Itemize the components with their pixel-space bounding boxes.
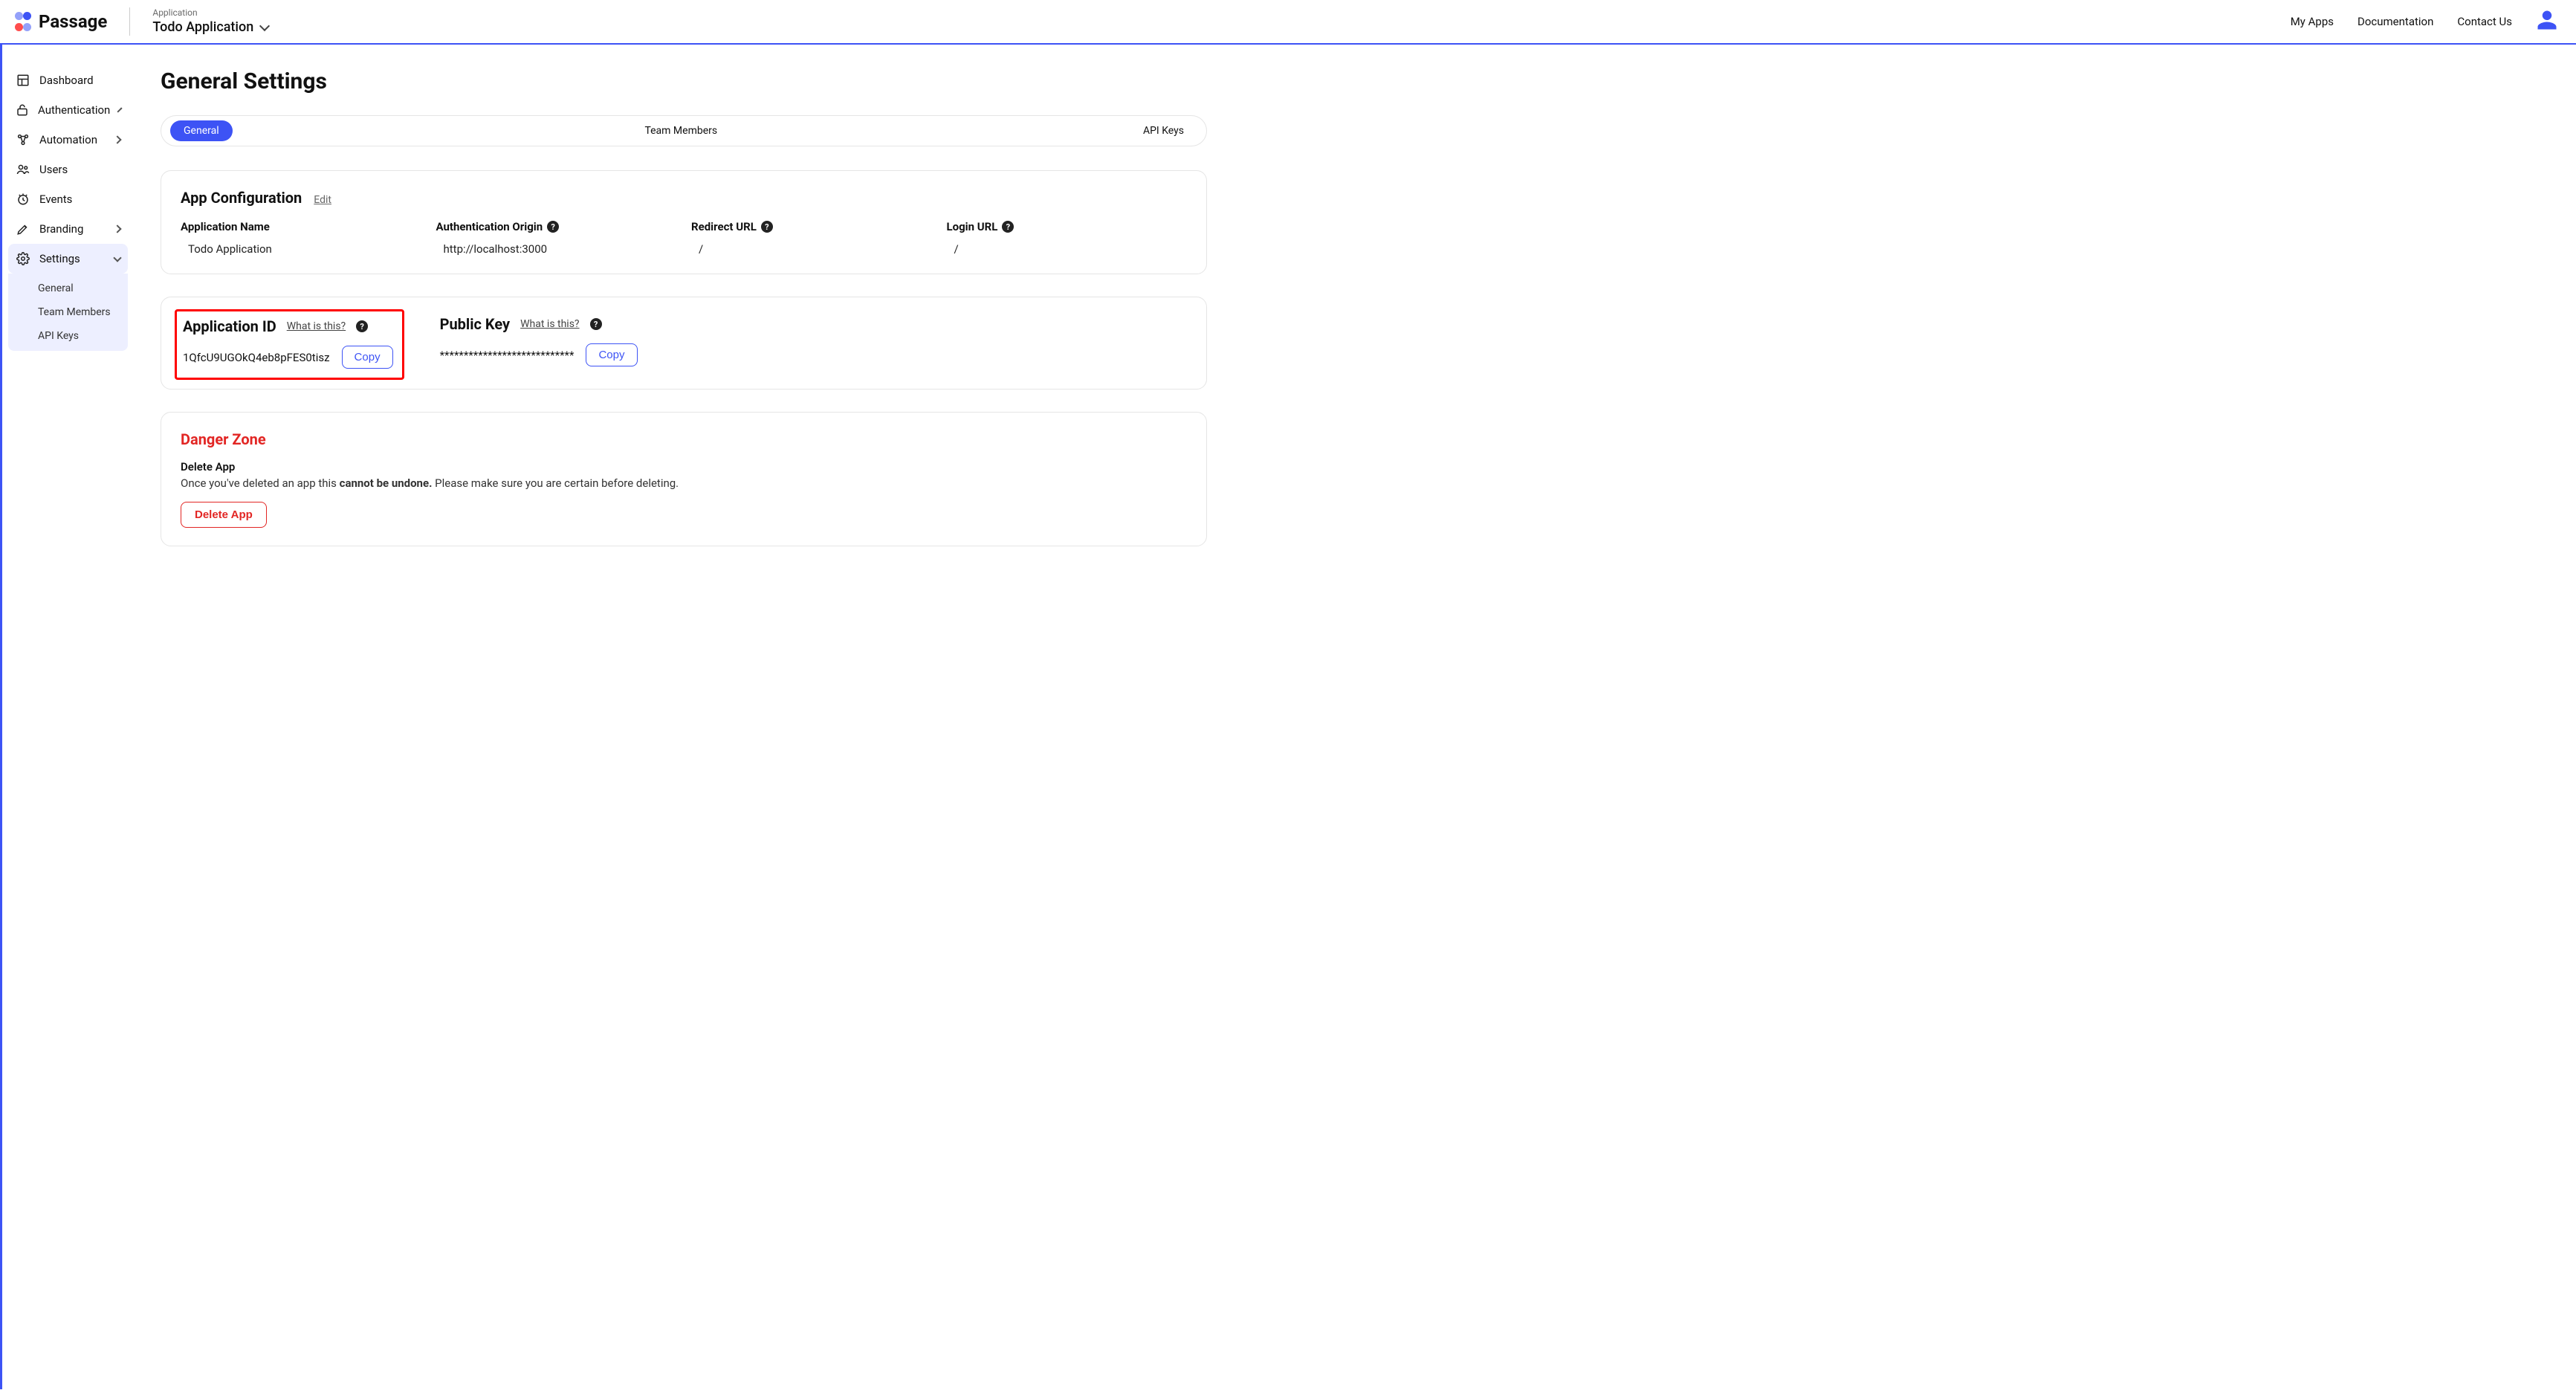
app-selector-name: Todo Application	[152, 19, 253, 35]
user-avatar-icon[interactable]	[2536, 9, 2558, 34]
main-content: General Settings General Team Members AP…	[134, 45, 1234, 1389]
config-col-redirect-url: Redirect URL ? /	[691, 220, 932, 256]
login-url-value: /	[947, 242, 1188, 256]
public-key-heading: Public Key	[440, 315, 511, 333]
config-col-login-url: Login URL ? /	[947, 220, 1188, 256]
config-col-app-name: Application Name Todo Application	[181, 220, 421, 256]
public-key-what-link[interactable]: What is this?	[520, 318, 579, 330]
public-key-value: ****************************	[440, 349, 575, 362]
brand-logo[interactable]: Passage	[13, 11, 107, 32]
sidebar: Dashboard Authentication Automation User…	[0, 45, 134, 1389]
tab-team-members[interactable]: Team Members	[631, 120, 731, 141]
chevron-down-icon	[113, 253, 121, 262]
header-divider	[129, 7, 130, 36]
help-icon[interactable]: ?	[590, 318, 602, 330]
danger-zone-heading: Danger Zone	[181, 430, 1187, 448]
branding-icon	[16, 222, 30, 236]
application-id-value: 1QfcU9UGOkQ4eb8pFES0tisz	[183, 351, 330, 364]
help-icon[interactable]: ?	[547, 221, 559, 233]
sidebar-item-users[interactable]: Users	[8, 155, 128, 184]
sidebar-item-api-keys[interactable]: API Keys	[38, 324, 128, 348]
delete-app-button[interactable]: Delete App	[181, 502, 267, 528]
header-nav: My Apps Documentation Contact Us	[2291, 9, 2558, 34]
logo-icon	[13, 12, 33, 31]
application-id-what-link[interactable]: What is this?	[287, 320, 346, 332]
redirect-url-label: Redirect URL	[691, 220, 757, 233]
auth-origin-label: Authentication Origin	[436, 220, 543, 233]
sidebar-item-label: Branding	[39, 222, 106, 236]
chevron-right-icon	[113, 224, 121, 233]
sidebar-item-label: Users	[39, 163, 120, 176]
sidebar-item-dashboard[interactable]: Dashboard	[8, 65, 128, 95]
tab-api-keys[interactable]: API Keys	[1130, 120, 1197, 141]
sidebar-item-label: Events	[39, 193, 120, 206]
danger-zone-card: Danger Zone Delete App Once you've delet…	[161, 412, 1207, 546]
sidebar-item-label: Automation	[39, 133, 106, 146]
copy-public-key-button[interactable]: Copy	[586, 343, 637, 366]
tab-general[interactable]: General	[170, 120, 233, 141]
dashboard-icon	[16, 73, 30, 88]
app-configuration-card: App Configuration Edit Application Name …	[161, 170, 1207, 274]
app-name-value: Todo Application	[181, 242, 421, 256]
sidebar-item-authentication[interactable]: Authentication	[8, 95, 128, 125]
help-icon[interactable]: ?	[761, 221, 773, 233]
login-url-label: Login URL	[947, 220, 998, 233]
auth-origin-value: http://localhost:3000	[436, 242, 677, 256]
chevron-right-icon	[113, 135, 121, 143]
brand-name: Passage	[39, 11, 107, 32]
events-icon	[16, 192, 30, 207]
sidebar-item-general[interactable]: General	[38, 277, 128, 300]
delete-app-message: Once you've deleted an app this cannot b…	[181, 476, 1187, 490]
credentials-card: Application ID What is this? ? 1QfcU9UGO…	[161, 297, 1207, 390]
sidebar-item-label: Authentication	[38, 103, 110, 117]
app-name-label: Application Name	[181, 220, 421, 233]
edit-app-config-link[interactable]: Edit	[314, 194, 331, 206]
application-id-heading: Application ID	[183, 317, 276, 335]
config-col-auth-origin: Authentication Origin ? http://localhost…	[436, 220, 677, 256]
lock-icon	[16, 103, 29, 117]
delete-app-subheading: Delete App	[181, 460, 1187, 474]
header-bar: Passage Application Todo Application My …	[0, 0, 2576, 45]
app-selector[interactable]: Application Todo Application	[152, 8, 268, 35]
sidebar-item-team-members[interactable]: Team Members	[38, 300, 128, 324]
sidebar-sub-settings: General Team Members API Keys	[8, 274, 128, 351]
automation-icon	[16, 132, 30, 147]
chevron-right-icon	[117, 107, 123, 112]
nav-contact[interactable]: Contact Us	[2457, 15, 2512, 28]
sidebar-item-automation[interactable]: Automation	[8, 125, 128, 155]
app-config-heading: App Configuration	[181, 189, 302, 207]
gear-icon	[16, 251, 30, 266]
sidebar-item-events[interactable]: Events	[8, 184, 128, 214]
help-icon[interactable]: ?	[1002, 221, 1014, 233]
help-icon[interactable]: ?	[356, 320, 368, 332]
page-title: General Settings	[161, 68, 1207, 94]
app-selector-label: Application	[152, 8, 268, 18]
redirect-url-value: /	[691, 242, 932, 256]
application-id-block: Application ID What is this? ? 1QfcU9UGO…	[175, 309, 404, 380]
sidebar-item-settings[interactable]: Settings	[8, 244, 128, 274]
nav-documentation[interactable]: Documentation	[2357, 15, 2433, 28]
nav-my-apps[interactable]: My Apps	[2291, 15, 2334, 28]
sidebar-item-label: Dashboard	[39, 74, 120, 87]
copy-application-id-button[interactable]: Copy	[342, 346, 393, 369]
tabs: General Team Members API Keys	[161, 115, 1207, 146]
users-icon	[16, 162, 30, 177]
sidebar-item-label: Settings	[39, 252, 106, 265]
public-key-block: Public Key What is this? ? *************…	[440, 315, 638, 366]
sidebar-item-branding[interactable]: Branding	[8, 214, 128, 244]
chevron-down-icon	[259, 21, 270, 31]
